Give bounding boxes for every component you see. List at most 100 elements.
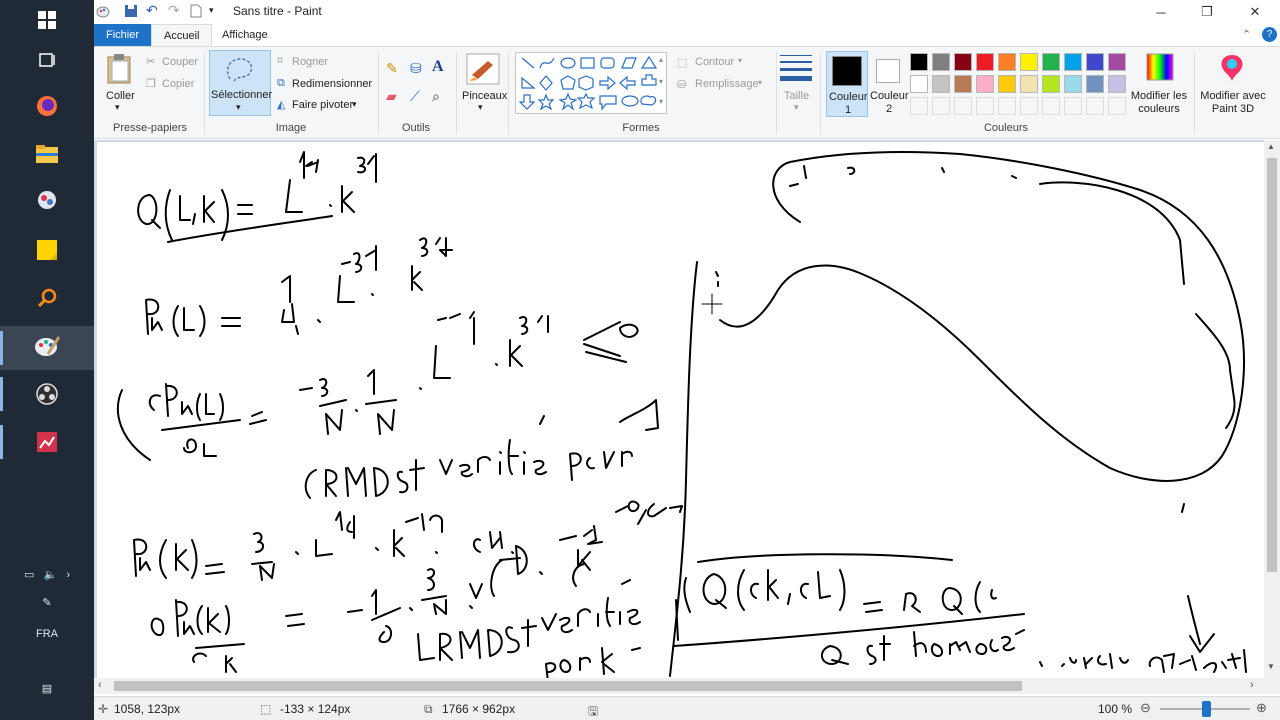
vertical-scroll-thumb[interactable] [1267,158,1277,572]
maximize-button[interactable]: ❐ [1184,0,1230,24]
brushes-button[interactable]: Pinceaux [462,90,507,102]
redo-icon[interactable]: ↷ [168,2,180,19]
scroll-left-icon[interactable]: ‹ [98,679,102,691]
new-file-icon[interactable] [190,4,202,21]
palette-color-swatch[interactable] [1086,75,1104,93]
quick-access-dropdown-icon[interactable]: ▾ [209,5,214,16]
custom-color-slot[interactable] [976,97,994,115]
color2-button[interactable]: Couleur 2 [870,51,910,117]
palette-color-swatch[interactable] [932,53,950,71]
zoom-slider-thumb[interactable] [1202,701,1211,717]
search-icon[interactable] [33,284,61,312]
palette-color-swatch[interactable] [998,75,1016,93]
edit-colors-icon[interactable] [1146,53,1174,84]
custom-color-slot[interactable] [1086,97,1104,115]
close-button[interactable]: ✕ [1232,0,1278,24]
tray-icons[interactable]: ▭ 🔈 › [0,568,94,581]
palette-color-swatch[interactable] [998,53,1016,71]
palette-color-swatch[interactable] [1020,53,1038,71]
crop-button[interactable]: Rogner [292,56,328,68]
palette-color-swatch[interactable] [1086,53,1104,71]
collapse-ribbon-icon[interactable]: ⌃ [1242,28,1251,41]
magnifier-icon[interactable]: ⌕ [432,88,440,105]
resize-icon[interactable]: ⧉ [277,77,285,90]
custom-color-slot[interactable] [1108,97,1126,115]
firefox-icon[interactable] [33,92,61,120]
size-icon[interactable] [780,53,812,86]
custom-color-slot[interactable] [1042,97,1060,115]
paint3d-button[interactable]: Modifier avec Paint 3D [1198,90,1268,116]
color1-button[interactable]: Couleur 1 [826,51,868,117]
tab-file[interactable]: Fichier [94,24,152,46]
paste-icon[interactable] [106,53,134,88]
paste-dropdown-icon[interactable]: ▾ [115,102,120,113]
crop-icon[interactable]: ⌗ [277,55,283,68]
shapes-scroll-up-icon[interactable]: ▴ [659,55,663,64]
volume-icon[interactable]: 🔈 [44,569,58,581]
cut-button[interactable]: Couper [162,56,198,68]
drawing-canvas[interactable] [97,142,1264,678]
zoom-out-button[interactable]: ⊖ [1140,700,1151,716]
outline-dropdown-icon[interactable]: ▾ [738,56,742,65]
palette-color-swatch[interactable] [1042,75,1060,93]
language-indicator[interactable]: FRA [0,628,94,640]
brushes-dropdown-icon[interactable]: ▾ [478,102,483,113]
scroll-up-icon[interactable]: ▲ [1267,142,1275,151]
tab-home[interactable]: Accueil [151,24,213,46]
photo-app-icon[interactable] [33,428,61,456]
eraser-icon[interactable]: ▰ [386,88,397,105]
pencil-icon[interactable]: ✎ [386,60,398,77]
palette-color-swatch[interactable] [976,75,994,93]
windows-start-icon[interactable] [33,6,61,34]
horizontal-scroll-thumb[interactable] [114,681,1022,691]
palette-color-swatch[interactable] [932,75,950,93]
shapes-scroll-down-icon[interactable]: ▾ [659,77,663,86]
save-icon[interactable] [124,4,138,21]
paste-button[interactable]: Coller [106,90,135,102]
fill-dropdown-icon[interactable]: ▾ [758,78,762,87]
outline-icon[interactable]: ⬚ [677,56,687,69]
palette-color-swatch[interactable] [976,53,994,71]
file-explorer-icon[interactable] [33,140,61,168]
palette-color-swatch[interactable] [910,75,928,93]
palette-color-swatch[interactable] [910,53,928,71]
rotate-dropdown-icon[interactable]: ▾ [352,99,357,110]
copy-icon[interactable]: ❐ [146,77,156,90]
app-icon[interactable] [33,186,61,214]
pen-icon[interactable]: ✎ [0,596,94,609]
palette-color-swatch[interactable] [1064,75,1082,93]
brushes-icon[interactable] [466,53,500,88]
shapes-expand-icon[interactable]: ▾ [659,97,663,106]
rotate-icon[interactable]: ◭ [277,98,285,111]
help-icon[interactable]: ? [1262,27,1277,42]
chevron-right-icon[interactable]: › [66,569,70,581]
custom-color-slot[interactable] [1064,97,1082,115]
edit-colors-button[interactable]: Modifier les couleurs [1128,90,1190,116]
undo-icon[interactable]: ↶ [146,2,158,19]
fill-icon[interactable]: ⛁ [410,60,422,77]
palette-color-swatch[interactable] [954,53,972,71]
copy-button[interactable]: Copier [162,78,194,90]
size-button[interactable]: Taille [784,90,809,102]
palette-color-swatch[interactable] [954,75,972,93]
palette-color-swatch[interactable] [1108,53,1126,71]
color-picker-icon[interactable]: ⟋ [410,88,420,105]
scroll-down-icon[interactable]: ▼ [1267,662,1275,671]
custom-color-slot[interactable] [910,97,928,115]
custom-color-slot[interactable] [1020,97,1038,115]
paint-icon[interactable] [33,332,61,360]
palette-color-swatch[interactable] [1042,53,1060,71]
palette-color-swatch[interactable] [1108,75,1126,93]
network-icon[interactable]: ▭ [24,569,34,581]
zoom-in-button[interactable]: ⊕ [1256,700,1267,716]
rotate-button[interactable]: Faire pivoter [292,99,353,111]
task-view-icon[interactable] [33,46,61,74]
notification-icon[interactable]: ▤ [0,682,94,695]
custom-color-slot[interactable] [932,97,950,115]
custom-color-slot[interactable] [998,97,1016,115]
tab-view[interactable]: Affichage [210,24,280,46]
fill-shape-icon[interactable]: ⛁ [677,78,686,91]
custom-color-slot[interactable] [954,97,972,115]
palette-color-swatch[interactable] [1020,75,1038,93]
paint3d-icon[interactable] [1218,53,1246,86]
